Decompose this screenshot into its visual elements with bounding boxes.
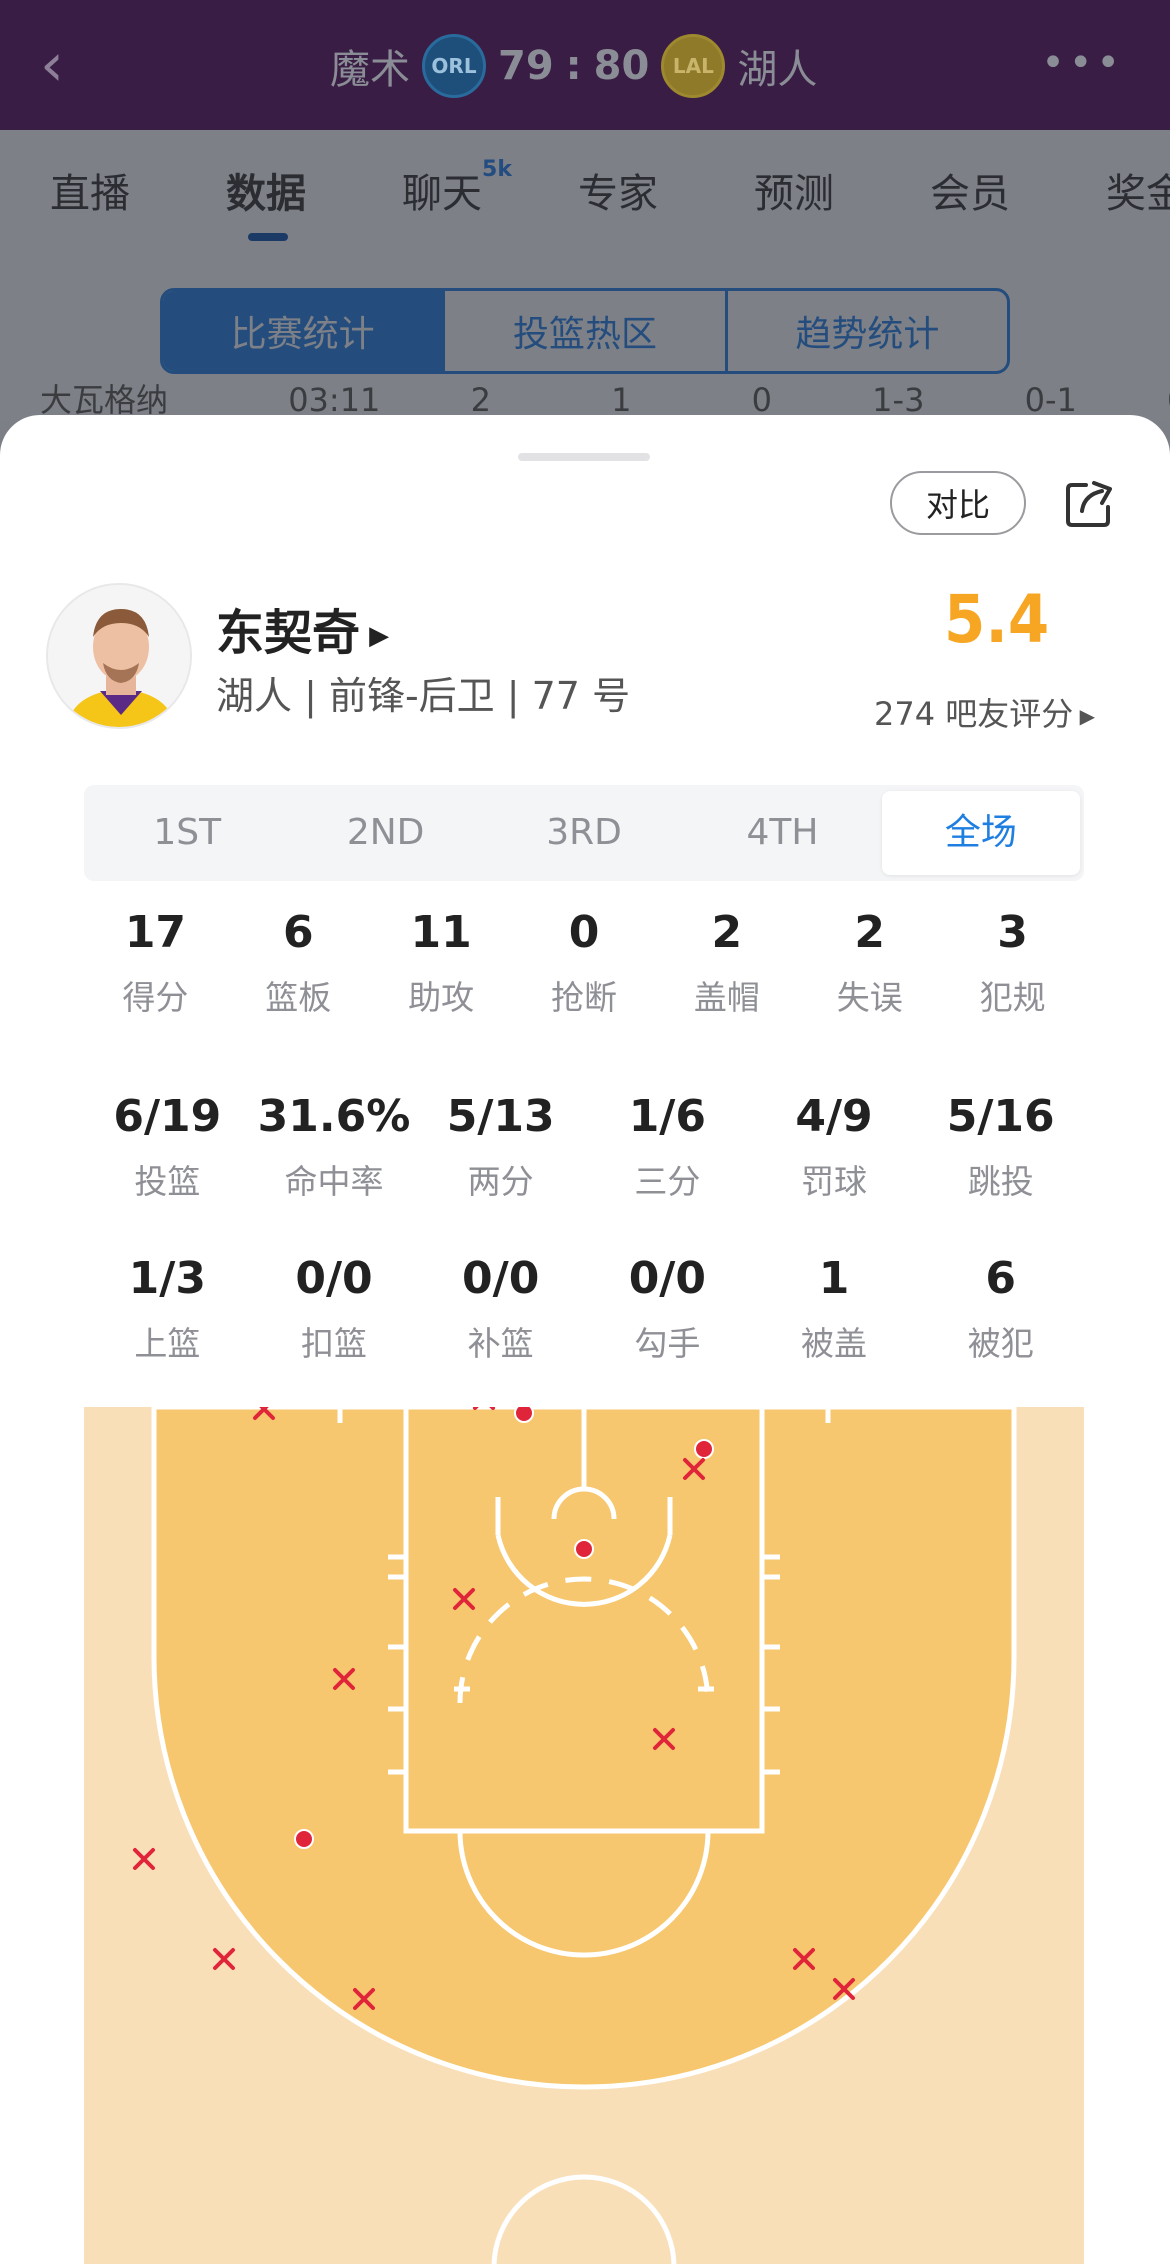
stat-fouls: 3 犯规 bbox=[979, 907, 1046, 1017]
quarter-tab-4th[interactable]: 4TH bbox=[683, 791, 881, 875]
sub-bar: 比赛统计 投篮热区 趋势统计 大瓦格纳 03:11 2 1 0 1-3 0-1 … bbox=[0, 250, 1170, 420]
stat-steals: 0 抢断 bbox=[551, 907, 617, 1017]
away-score: 80 bbox=[593, 43, 650, 89]
stat-blocked: 1 被盖 bbox=[801, 1253, 868, 1363]
peek-cell: 0 bbox=[751, 381, 772, 419]
tab-data[interactable]: 数据 bbox=[226, 161, 306, 241]
peek-cell: 1 bbox=[611, 381, 632, 419]
stat-fouled: 6 被犯 bbox=[967, 1253, 1034, 1363]
peek-cell: 大瓦格纳 bbox=[40, 381, 169, 419]
stat-layup: 1/3 上篮 bbox=[128, 1253, 206, 1363]
player-arrow-icon: ▶ bbox=[360, 621, 390, 651]
stat-fg: 6/19 投篮 bbox=[113, 1091, 222, 1201]
back-icon[interactable]: ‹ bbox=[40, 30, 100, 100]
player-avatar bbox=[46, 583, 192, 729]
stat-jumpshot: 5/16 跳投 bbox=[946, 1091, 1055, 1201]
home-team-name: 魔术 bbox=[330, 47, 410, 93]
stat-rebounds: 6 篮板 bbox=[265, 907, 332, 1017]
stat-3pt: 1/6 三分 bbox=[628, 1091, 706, 1201]
quarter-tab-1st[interactable]: 1ST bbox=[88, 791, 286, 875]
made-shot-marker bbox=[574, 1539, 594, 1559]
stat-assists: 11 助攻 bbox=[408, 907, 475, 1017]
quarter-tabs: 1ST 2ND 3RD 4TH 全场 bbox=[84, 785, 1084, 881]
rating-count-link[interactable]: 274 吧友评分 ▶ bbox=[874, 689, 1095, 735]
peek-cell: 0-1 bbox=[1024, 381, 1077, 419]
stat-2pt: 5/13 两分 bbox=[446, 1091, 555, 1201]
peek-cell: 1-3 bbox=[872, 381, 925, 419]
top-bar: ‹ 魔术 ORL 79 : 80 LAL 湖人 ••• bbox=[0, 0, 1170, 130]
segment-trend-stats[interactable]: 趋势统计 bbox=[728, 291, 1007, 371]
player-rating: 5.4 bbox=[944, 581, 1050, 658]
away-team-logo: LAL bbox=[661, 34, 726, 98]
tab-member[interactable]: 会员 bbox=[930, 161, 1010, 219]
stat-fg-pct: 31.6% 命中率 bbox=[257, 1091, 411, 1201]
main-tabs: 直播 数据 聊天 5k 专家 预测 会员 奖金 bbox=[0, 130, 1170, 250]
tab-chat[interactable]: 聊天 5k bbox=[402, 157, 512, 219]
home-team-logo: ORL bbox=[422, 34, 486, 98]
away-team-name: 湖人 bbox=[737, 47, 818, 93]
tab-experts[interactable]: 专家 bbox=[578, 161, 658, 219]
rating-arrow-icon: ▶ bbox=[1073, 704, 1096, 728]
quarter-tab-full-game[interactable]: 全场 bbox=[881, 791, 1081, 875]
share-icon[interactable] bbox=[1062, 475, 1118, 531]
tab-bonus[interactable]: 奖金 bbox=[1106, 161, 1170, 219]
player-info: 湖人 | 前锋-后卫 | 77 号 bbox=[216, 674, 631, 718]
stats-segmented-control: 比赛统计 投篮热区 趋势统计 bbox=[160, 288, 1010, 374]
compare-button[interactable]: 对比 bbox=[890, 471, 1026, 535]
stat-hook: 0/0 勾手 bbox=[628, 1253, 706, 1363]
quarter-tab-3rd[interactable]: 3RD bbox=[485, 791, 683, 875]
made-shot-marker bbox=[514, 1407, 534, 1423]
shooting-stats-row: 6/19 投篮 31.6% 命中率 5/13 两分 1/6 三分 4/9 罚球 5/16 跳… bbox=[84, 1087, 1084, 1203]
peek-cell: 2 bbox=[470, 381, 491, 419]
stat-ft: 4/9 罚球 bbox=[795, 1091, 873, 1201]
tab-predict[interactable]: 预测 bbox=[754, 161, 834, 219]
basic-stats-row: 17 得分 6 篮板 11 助攻 0 抢断 2 盖帽 2 失误 3 犯规 bbox=[84, 903, 1084, 1019]
peek-cell: 03:11 bbox=[288, 381, 381, 419]
made-shot-marker bbox=[694, 1439, 714, 1459]
score-separator: : bbox=[565, 43, 582, 89]
stat-points: 17 得分 bbox=[122, 907, 189, 1017]
active-tab-indicator bbox=[248, 233, 288, 241]
quarter-tab-2nd[interactable]: 2ND bbox=[286, 791, 484, 875]
scoreboard: 魔术 ORL 79 : 80 LAL 湖人 bbox=[330, 34, 817, 98]
stat-blocks: 2 盖帽 bbox=[693, 907, 760, 1017]
player-detail-sheet: 对比 东契奇 ▶ 湖人 | 前锋-后卫 | 77 号 5.4 274 吧友评分 … bbox=[0, 415, 1170, 2264]
player-name[interactable]: 东契奇 ▶ bbox=[216, 593, 389, 663]
made-shot-marker bbox=[294, 1829, 314, 1849]
chat-count-badge: 5k bbox=[482, 157, 512, 182]
stat-dunk: 0/0 扣篮 bbox=[295, 1253, 373, 1363]
shot-chart-court bbox=[84, 1407, 1084, 2264]
sheet-grab-handle[interactable] bbox=[518, 453, 650, 461]
more-icon[interactable]: ••• bbox=[1041, 40, 1124, 86]
stat-turnovers: 2 失误 bbox=[836, 907, 903, 1017]
segment-game-stats[interactable]: 比赛统计 bbox=[163, 291, 446, 371]
segment-shot-zones[interactable]: 投篮热区 bbox=[445, 291, 728, 371]
stat-tipin: 0/0 补篮 bbox=[462, 1253, 540, 1363]
tab-live[interactable]: 直播 bbox=[50, 161, 130, 219]
shot-type-stats-row: 1/3 上篮 0/0 扣篮 0/0 补篮 0/0 勾手 1 被盖 6 被犯 bbox=[84, 1249, 1084, 1365]
home-score: 79 bbox=[498, 43, 554, 89]
